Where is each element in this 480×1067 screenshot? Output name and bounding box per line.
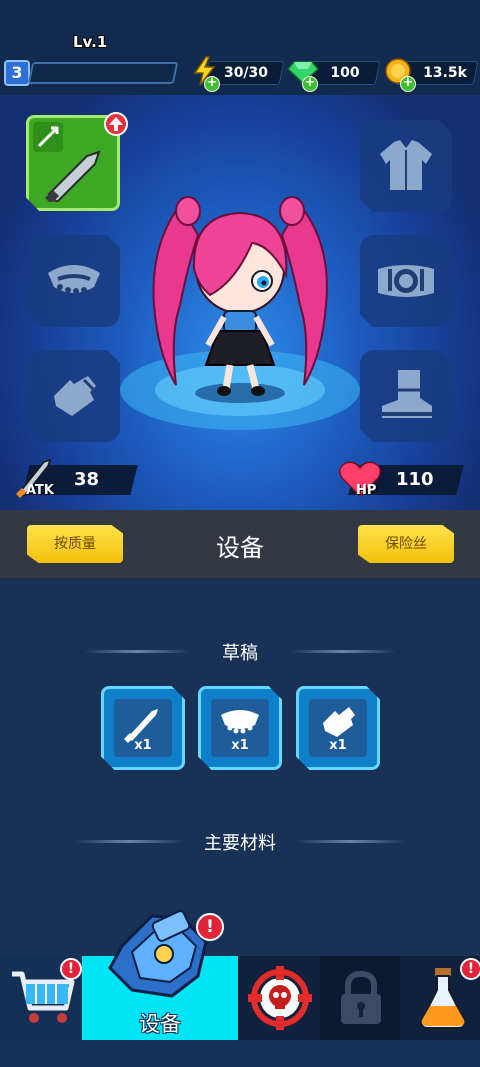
potion-alert-badge: ! xyxy=(460,958,480,980)
fuse-button[interactable]: 保险丝 xyxy=(358,525,454,563)
divider-right xyxy=(290,650,396,653)
attack-value: 38 xyxy=(74,469,100,490)
shirt-icon xyxy=(380,140,432,190)
hero-character xyxy=(152,196,328,396)
tab-battle[interactable] xyxy=(238,956,320,1040)
sort-by-quality-button[interactable]: 按质量 xyxy=(27,525,123,563)
tab-locked[interactable] xyxy=(320,956,400,1040)
draft-item-card[interactable]: x1 xyxy=(296,686,380,770)
nav-footer-strip xyxy=(0,1040,480,1067)
add-gems-button[interactable]: + xyxy=(302,76,318,92)
draft-item-qty: x1 xyxy=(134,738,152,753)
necklace-slot[interactable] xyxy=(28,235,120,327)
potion-flask-icon xyxy=(420,968,466,1029)
arrow-up-icon xyxy=(109,117,123,131)
draft-item-card[interactable]: x1 xyxy=(198,686,282,770)
weapon-upgrade-badge[interactable] xyxy=(104,112,128,136)
xp-progress-bar xyxy=(27,62,179,84)
attack-label: ATK xyxy=(26,483,54,498)
armor-slot[interactable] xyxy=(360,120,452,212)
crosshair-skull-icon xyxy=(248,966,312,1030)
materials-heading: 主要材料 xyxy=(204,833,276,854)
shop-alert-badge: ! xyxy=(60,958,82,980)
glove-icon xyxy=(54,376,96,416)
belt-slot[interactable] xyxy=(360,235,452,327)
energy-value: 30/30 xyxy=(223,65,269,81)
sword-icon xyxy=(124,709,158,743)
coin-value: 13.5k xyxy=(423,65,467,81)
necklace-icon xyxy=(221,710,259,734)
draft-item-frame: x1 xyxy=(114,699,172,757)
divider-left xyxy=(74,840,184,843)
xp-progress-fill xyxy=(30,64,34,82)
hp-value: 110 xyxy=(396,469,434,490)
boots-slot[interactable] xyxy=(360,350,452,442)
draft-item-card[interactable]: x1 xyxy=(101,686,185,770)
tab-equipment-label: 设备 xyxy=(139,1012,181,1036)
hp-label: HP xyxy=(356,483,377,498)
lock-icon xyxy=(341,970,381,1024)
divider-right xyxy=(296,840,406,843)
gloves-slot[interactable] xyxy=(28,350,120,442)
necklace-icon xyxy=(48,265,100,294)
boot-icon xyxy=(382,370,432,418)
player-level-badge[interactable]: 3 xyxy=(4,60,30,86)
draft-item-frame: x1 xyxy=(309,699,367,757)
knife-icon xyxy=(45,150,101,202)
add-coins-button[interactable]: + xyxy=(400,76,416,92)
draft-heading: 草稿 xyxy=(222,643,258,664)
page-title: 设备 xyxy=(216,534,264,562)
divider-left xyxy=(84,650,190,653)
draft-item-qty: x1 xyxy=(231,738,249,753)
gem-value: 100 xyxy=(330,65,360,81)
equipment-alert-badge: ! xyxy=(196,913,224,941)
draft-item-qty: x1 xyxy=(329,738,347,753)
draft-item-frame: x1 xyxy=(211,699,269,757)
belt-icon xyxy=(378,265,434,297)
weapon-level-label: Lv.1 xyxy=(73,33,108,51)
glove-icon xyxy=(323,707,355,737)
